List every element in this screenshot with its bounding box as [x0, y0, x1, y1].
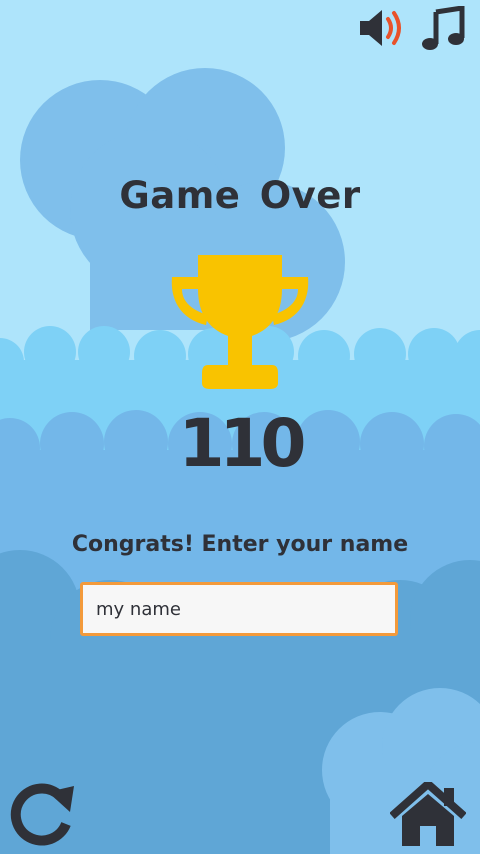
score-value: 110	[178, 405, 307, 482]
restart-icon	[10, 783, 74, 846]
name-prompt: Congrats! Enter your name	[71, 532, 409, 557]
game-over-title: Game Over	[119, 174, 361, 217]
player-name-input[interactable]	[80, 582, 398, 636]
restart-button[interactable]	[8, 780, 78, 846]
music-toggle-button[interactable]	[420, 5, 468, 52]
home-icon	[389, 780, 467, 846]
trophy-icon	[171, 255, 309, 389]
sound-toggle-button[interactable]	[356, 6, 410, 50]
music-note-icon	[422, 5, 465, 50]
speaker-icon	[360, 10, 401, 46]
home-button[interactable]	[389, 780, 467, 848]
